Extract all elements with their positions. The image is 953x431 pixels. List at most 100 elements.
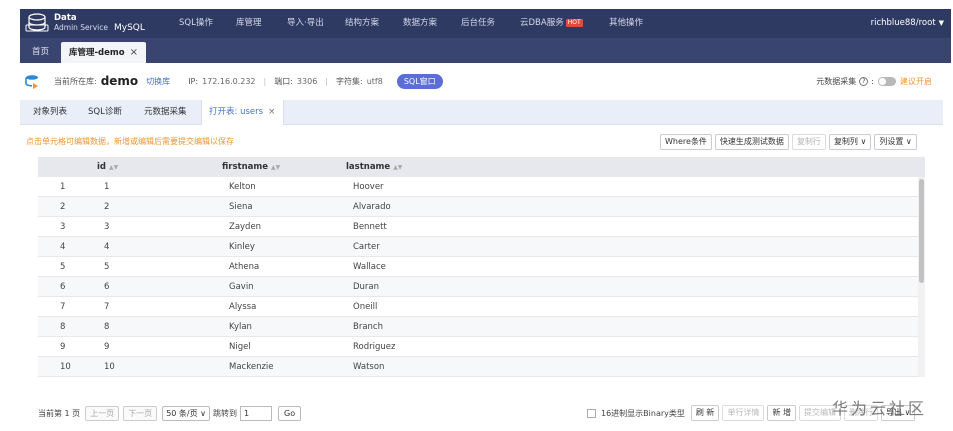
add-row-button[interactable]: 新 增 — [767, 405, 796, 421]
suggest-enable-text: 建议开启 — [900, 76, 932, 86]
page-info: 当前第 1 页 — [38, 408, 81, 418]
username: richblue88/root — [870, 18, 936, 28]
copy-row-button[interactable]: 复制行 — [791, 134, 826, 150]
tab-home[interactable]: 首页 — [24, 42, 57, 63]
cell-firstname[interactable]: Athena — [229, 257, 259, 277]
next-page-button[interactable]: 下一页 — [123, 405, 158, 421]
page-size-select[interactable]: 50 条/页 ∨ — [162, 405, 211, 421]
cell-firstname[interactable]: Kelton — [229, 177, 256, 197]
sort-icon[interactable]: ▲▼ — [271, 164, 280, 171]
metadata-toggle[interactable] — [878, 76, 896, 86]
cell-firstname[interactable]: Siena — [229, 197, 253, 217]
cell-lastname[interactable]: Rodriguez — [353, 337, 395, 357]
scrollbar-thumb[interactable] — [919, 179, 924, 283]
menu-import-export[interactable]: 导入·导出 — [287, 9, 345, 38]
watermark: 华为云社区 — [832, 399, 928, 418]
jump-page-input[interactable]: 1 — [240, 405, 273, 421]
menu-other-ops[interactable]: 其他操作 — [609, 9, 669, 38]
switch-db-link[interactable]: 切换库 — [146, 76, 170, 87]
row-number: 5 — [60, 262, 66, 272]
refresh-button[interactable]: 刷 新 — [690, 405, 720, 421]
tab-sql-diagnosis[interactable]: SQL诊断 — [81, 100, 129, 125]
current-db-name: demo — [100, 74, 139, 88]
cell-lastname[interactable]: Duran — [353, 277, 379, 297]
caret-down-icon: ▼ — [938, 19, 944, 27]
port-value: 3306 — [296, 76, 318, 86]
column-header-lastname-label: lastname — [346, 162, 391, 172]
cell-id[interactable]: 5 — [104, 257, 109, 277]
table-header: id ▲▼ firstname ▲▼ lastname ▲▼ — [38, 157, 925, 177]
cell-id[interactable]: 8 — [104, 317, 109, 337]
close-icon[interactable]: × — [268, 107, 276, 117]
cell-firstname[interactable]: Alyssa — [229, 297, 256, 317]
sort-icon[interactable]: ▲▼ — [109, 164, 118, 171]
cell-lastname[interactable]: Alvarado — [353, 197, 391, 217]
sql-window-button[interactable]: SQL窗口 — [396, 73, 443, 89]
column-header-firstname[interactable]: firstname ▲▼ — [222, 157, 280, 178]
column-header-id-label: id — [97, 162, 106, 172]
menu-data-plan[interactable]: 数据方案 — [403, 9, 461, 38]
question-icon[interactable]: ? — [859, 76, 869, 86]
cell-id[interactable]: 10 — [104, 357, 115, 377]
menu-sql-ops[interactable]: SQL操作 — [179, 9, 236, 38]
table-scrollbar[interactable] — [918, 177, 925, 377]
cell-firstname[interactable]: Kinley — [229, 237, 255, 257]
cell-id[interactable]: 1 — [104, 177, 109, 197]
column-header-id[interactable]: id ▲▼ — [97, 157, 118, 178]
sort-icon[interactable]: ▲▼ — [393, 164, 402, 171]
tab-db-manage-demo[interactable]: 库管理-demo × — [61, 42, 146, 63]
tab-metadata-collect[interactable]: 元数据采集 — [137, 100, 194, 125]
where-condition-button[interactable]: Where条件 — [660, 134, 712, 150]
port-label: 端口: — [274, 76, 293, 86]
cell-id[interactable]: 7 — [104, 297, 109, 317]
cell-firstname[interactable]: Zayden — [229, 217, 261, 237]
main-menu: SQL操作 库管理 导入·导出 结构方案 数据方案 后台任务 云DBA服务 HOT… — [179, 9, 669, 38]
generate-test-data-button[interactable]: 快速生成测试数据 — [714, 134, 789, 150]
menu-background-tasks[interactable]: 后台任务 — [461, 9, 520, 38]
table-row: 1 1 Kelton Hoover — [38, 177, 918, 197]
divider: | — [325, 76, 328, 86]
cell-lastname[interactable]: Carter — [353, 237, 380, 257]
menu-structure-plan[interactable]: 结构方案 — [345, 9, 403, 38]
cell-lastname[interactable]: Hoover — [353, 177, 384, 197]
column-header-lastname[interactable]: lastname ▲▼ — [346, 157, 402, 178]
cell-firstname[interactable]: Kylan — [229, 317, 252, 337]
cell-id[interactable]: 9 — [104, 337, 109, 357]
cell-lastname[interactable]: Oneill — [353, 297, 377, 317]
binary-hex-checkbox[interactable] — [587, 408, 596, 418]
cell-id[interactable]: 3 — [104, 217, 109, 237]
cell-firstname[interactable]: Gavin — [229, 277, 254, 297]
user-menu[interactable]: richblue88/root ▼ — [871, 9, 944, 38]
table-row: 3 3 Zayden Bennett — [38, 217, 918, 237]
cell-id[interactable]: 2 — [104, 197, 109, 217]
cell-lastname[interactable]: Watson — [353, 357, 384, 377]
copy-column-dropdown[interactable]: 复制列 ∨ — [828, 134, 872, 150]
cell-lastname[interactable]: Branch — [353, 317, 383, 337]
row-number: 8 — [60, 322, 66, 332]
row-number: 7 — [60, 302, 66, 312]
go-button[interactable]: Go — [278, 405, 302, 421]
database-logo-icon — [25, 13, 49, 32]
close-icon[interactable]: × — [130, 47, 138, 58]
prev-page-button[interactable]: 上一页 — [85, 405, 120, 421]
column-header-firstname-label: firstname — [222, 162, 269, 172]
menu-db-manage[interactable]: 库管理 — [236, 9, 287, 38]
row-number: 3 — [60, 222, 66, 232]
metadata-collect: 元数据采集 ? : 建议开启 — [816, 63, 932, 99]
cell-lastname[interactable]: Bennett — [353, 217, 387, 237]
ip-value: 172.16.0.232 — [202, 76, 256, 86]
tab-object-list[interactable]: 对象列表 — [26, 100, 74, 125]
cell-lastname[interactable]: Wallace — [353, 257, 386, 277]
binary-hex-label: 16进制显示Binary类型 — [601, 408, 685, 418]
row-detail-button[interactable]: 单行详情 — [722, 405, 765, 421]
tab-open-table-users[interactable]: 打开表: users × — [201, 100, 284, 126]
hot-badge: HOT — [565, 19, 583, 27]
column-settings-dropdown[interactable]: 列设置 ∨ — [874, 134, 917, 150]
cell-firstname[interactable]: Nigel — [229, 337, 251, 357]
metadata-colon: : — [871, 76, 874, 86]
menu-cloud-dba[interactable]: 云DBA服务 HOT — [520, 9, 609, 38]
cell-firstname[interactable]: Mackenzie — [229, 357, 274, 377]
cell-id[interactable]: 4 — [104, 237, 109, 257]
row-number: 1 — [60, 182, 66, 192]
cell-id[interactable]: 6 — [104, 277, 109, 297]
